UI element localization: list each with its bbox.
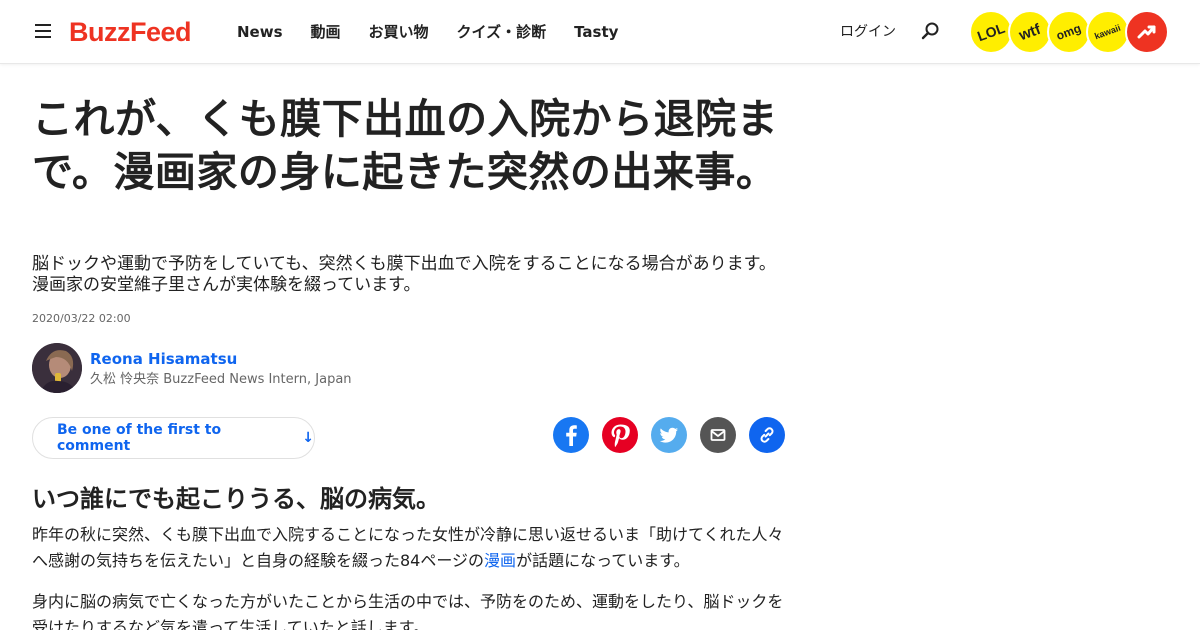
author-role: 久松 怜央奈 BuzzFeed News Intern, Japan xyxy=(90,372,352,387)
badge-wtf[interactable]: wtf xyxy=(1008,10,1052,54)
email-share-button[interactable] xyxy=(700,417,736,453)
section-heading: いつ誰にでも起こりうる、脳の病気。 xyxy=(32,485,440,513)
paragraph-text: が話題になっています。 xyxy=(516,551,690,570)
pinterest-share-button[interactable] xyxy=(602,417,638,453)
badge-wtf-label: wtf xyxy=(1016,20,1044,44)
manga-link[interactable]: 漫画 xyxy=(484,551,516,570)
badge-kawaii[interactable]: kawaii xyxy=(1086,10,1130,54)
article-title: これが、くも膜下出血の入院から退院まで。漫画家の身に起きた突然の出来事。 xyxy=(32,95,779,196)
pinterest-icon xyxy=(611,424,630,448)
link-icon xyxy=(760,427,774,443)
badge-lol[interactable]: LOL xyxy=(969,10,1013,54)
menu-icon[interactable] xyxy=(35,24,51,38)
comment-button-label: Be one of the first to comment xyxy=(57,422,222,454)
badge-omg[interactable]: omg xyxy=(1047,10,1091,54)
article-description: 脳ドックや運動で予防をしていても、突然くも膜下出血で入院をすることになる場合があ… xyxy=(32,254,776,295)
trending-badge[interactable] xyxy=(1125,10,1169,54)
facebook-icon xyxy=(566,425,577,446)
article-paragraph: 身内に脳の病気で亡くなった方がいたことから生活の中では、予防をのため、運動をした… xyxy=(32,592,784,630)
badge-omg-label: omg xyxy=(1054,21,1084,43)
byline: Reona Hisamatsu 久松 怜央奈 BuzzFeed News Int… xyxy=(32,343,532,393)
comment-button[interactable]: Be one of the first to comment ↓ xyxy=(32,417,315,459)
site-header: BuzzFeed News 動画 お買い物 クイズ・診断 Tasty ログイン … xyxy=(0,0,1200,64)
trending-icon xyxy=(1137,25,1156,39)
badge-lol-label: LOL xyxy=(975,19,1007,45)
main-nav: News 動画 お買い物 クイズ・診断 Tasty xyxy=(237,20,618,44)
buzzfeed-logo[interactable]: BuzzFeed xyxy=(69,15,192,49)
search-icon[interactable] xyxy=(920,21,940,41)
twitter-share-button[interactable] xyxy=(651,417,687,453)
nav-item-news[interactable]: News xyxy=(237,20,283,44)
twitter-icon xyxy=(659,427,678,443)
article-paragraph: 昨年の秋に突然、くも膜下出血で入院することになった女性が冷静に思い返せるいま「助… xyxy=(32,522,792,574)
nav-item-shopping[interactable]: お買い物 xyxy=(369,20,429,44)
nav-item-tasty[interactable]: Tasty xyxy=(574,20,618,44)
avatar[interactable] xyxy=(32,343,82,393)
nav-item-video[interactable]: 動画 xyxy=(311,20,341,44)
copy-link-button[interactable] xyxy=(749,417,785,453)
nav-item-quiz[interactable]: クイズ・診断 xyxy=(457,20,547,44)
mail-icon xyxy=(710,429,726,441)
facebook-share-button[interactable] xyxy=(553,417,589,453)
reaction-badges: LOL wtf omg kawaii xyxy=(969,10,1169,54)
publish-timestamp: 2020/03/22 02:00 xyxy=(32,312,131,325)
avatar-image xyxy=(32,343,82,393)
arrow-down-icon: ↓ xyxy=(302,430,314,446)
author-name[interactable]: Reona Hisamatsu xyxy=(90,349,237,369)
login-link[interactable]: ログイン xyxy=(840,20,896,44)
badge-kawaii-label: kawaii xyxy=(1093,22,1123,42)
